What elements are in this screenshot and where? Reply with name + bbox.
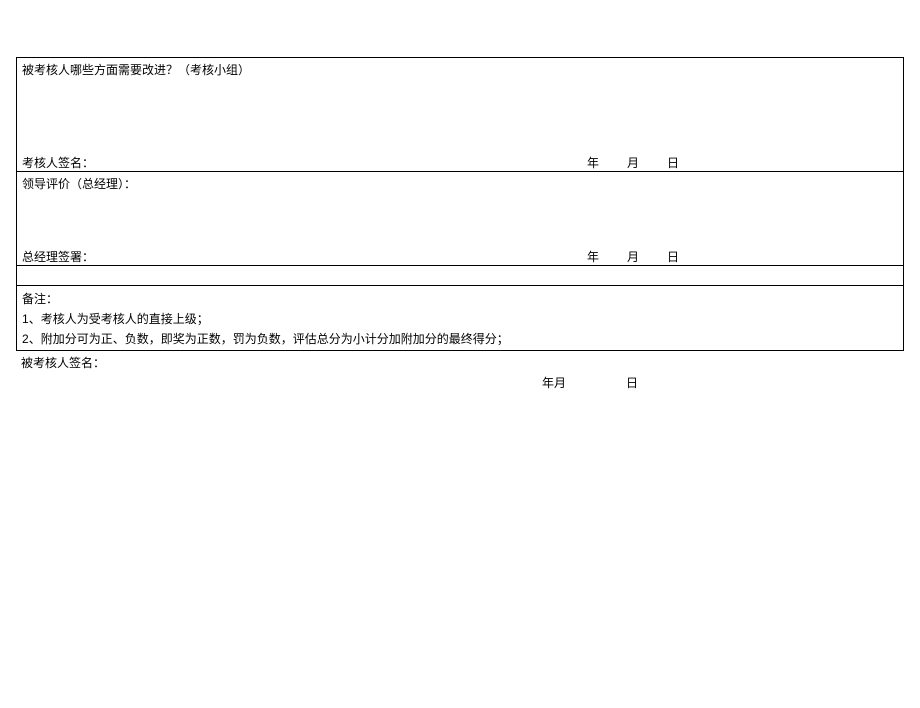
section-notes: 备注： 1、考核人为受考核人的直接上级； 2、附加分可为正、负数，即奖为正数，罚… [17,286,903,350]
assessee-section: 被考核人签名： 年月 日 [16,354,904,394]
assessee-sign-label: 被考核人签名： [21,354,899,372]
reviewer-sign-label: 考核人签名： [22,154,94,168]
notes-line-1-text: 、考核人为受考核人的直接上级； [29,312,209,326]
notes-line-2-text: 、附加分可为正、负数，即奖为正数，罚为负数，评估总分为小计分加附加分的最终得分； [29,332,509,346]
date-day-label: 日 [667,154,679,171]
reviewer-signature-row: 考核人签名： 年 月 日 [17,151,903,171]
notes-line-2: 2、附加分可为正、负数，即奖为正数，罚为负数，评估总分为小计分加附加分的最终得分… [22,329,898,349]
reviewer-date: 年 月 日 [587,154,679,171]
date-month-label: 月 [627,248,639,265]
section-leader-evaluation: 领导评价（总经理）： 总经理签署： 年 月 日 [17,172,903,266]
notes-line-1: 1、考核人为受考核人的直接上级； [22,309,898,329]
assessee-date: 年月 日 [21,372,899,394]
assessee-date-day: 日 [626,376,638,390]
date-day-label: 日 [667,248,679,265]
leader-evaluation-title: 领导评价（总经理）： [17,172,903,192]
notes-line-2-num: 2 [22,332,29,346]
date-year-label: 年 [587,154,599,171]
date-month-label: 月 [627,154,639,171]
notes-line-1-num: 1 [22,312,29,326]
assessee-date-ym: 年月 [542,376,566,390]
form-container: 被考核人哪些方面需要改进？（考核小组） 考核人签名： 年 月 日 领导评价（总经… [16,57,904,351]
date-year-label: 年 [587,248,599,265]
section-improvement: 被考核人哪些方面需要改进？（考核小组） 考核人签名： 年 月 日 [17,58,903,172]
gm-date: 年 月 日 [587,248,679,265]
notes-title: 备注： [22,289,898,309]
gm-sign-label: 总经理签署： [22,248,94,262]
section-gap [17,266,903,286]
gm-signature-row: 总经理签署： 年 月 日 [17,245,903,265]
improvement-question: 被考核人哪些方面需要改进？（考核小组） [17,58,903,78]
